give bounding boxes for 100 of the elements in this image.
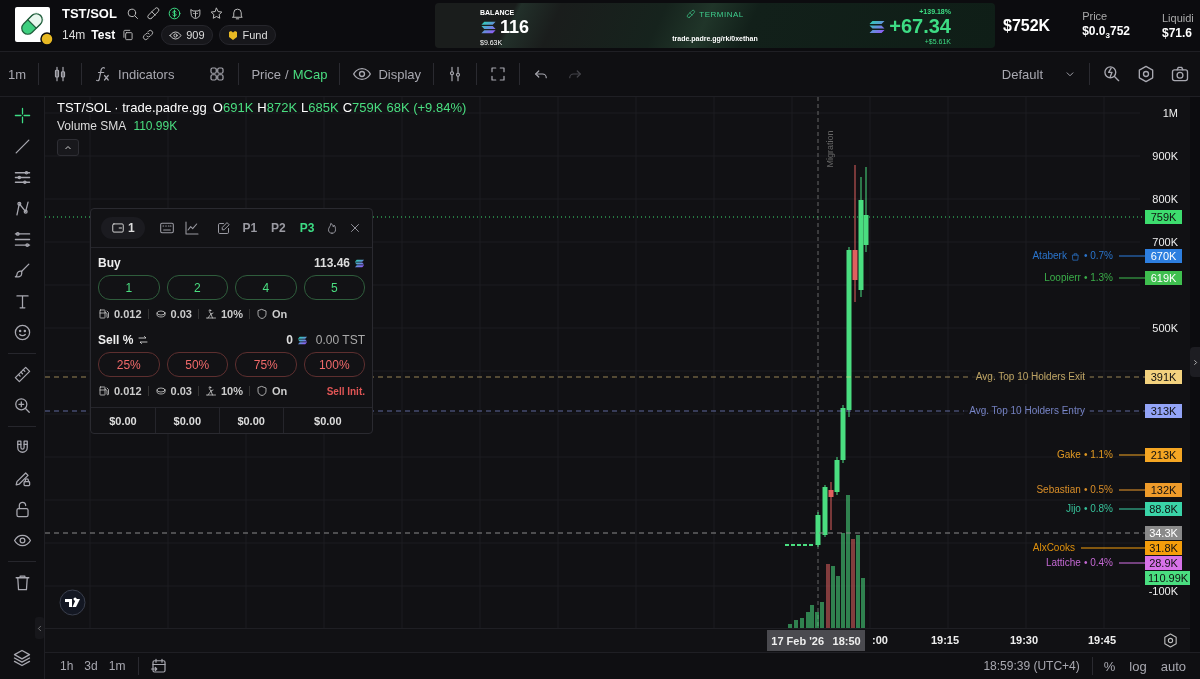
sell-label: Sell %	[98, 333, 134, 347]
indicators-button[interactable]: Indicators	[94, 65, 175, 83]
settings-icon[interactable]	[1136, 64, 1156, 84]
price-tag: 313K	[1145, 404, 1182, 418]
sell-percent-button[interactable]: 100%	[303, 352, 365, 377]
camera-icon[interactable]	[1170, 64, 1190, 84]
setting-value: On	[272, 308, 288, 320]
preset-tab[interactable]: P1	[242, 221, 258, 235]
range-button[interactable]: 1h	[60, 659, 74, 673]
keyboard-icon[interactable]	[158, 220, 175, 236]
price-line-label: Avg. Top 10 Holders Entry	[964, 404, 1090, 418]
token-name: Test	[91, 28, 116, 42]
setting-value: 0.012	[114, 308, 142, 320]
layout-dropdown[interactable]: Default	[1001, 66, 1077, 82]
ohlc-key: L	[301, 100, 309, 115]
coins-icon	[154, 385, 167, 397]
brand-name: TERMINAL	[699, 9, 744, 19]
holder-share: • 0.5%	[1083, 483, 1113, 497]
pill-icon[interactable]	[145, 6, 161, 21]
solana-icon	[296, 334, 308, 346]
pill-icon	[686, 9, 697, 19]
ohlc-key: O	[212, 100, 223, 115]
price-line-label: Avg. Top 10 Holders Exit	[970, 370, 1090, 384]
buy-amount-button[interactable]: 5	[303, 275, 365, 300]
collapse-rail-button[interactable]	[35, 617, 44, 639]
stat-value: $71.6	[1162, 25, 1194, 40]
layers-icon[interactable]	[12, 647, 32, 668]
ohlc-key: H	[257, 100, 267, 115]
buy-amount-button[interactable]: 2	[166, 275, 228, 300]
scale-option[interactable]: log	[1129, 658, 1147, 674]
chart-mode-option[interactable]: MCap	[292, 66, 328, 82]
slash-separator: /	[285, 66, 289, 82]
calendar-icon[interactable]	[150, 657, 169, 675]
setting-value: On	[272, 385, 288, 397]
price-tag: 213K	[1145, 448, 1182, 462]
price-tag: 759K	[1145, 210, 1182, 224]
leader-line	[1118, 489, 1146, 491]
holder-share: • 1.1%	[1083, 448, 1113, 462]
chart-title: TST/SOL · trade.padre.gg	[57, 100, 207, 115]
star-icon[interactable]	[208, 6, 224, 21]
close-icon[interactable]	[348, 221, 362, 235]
scale-option[interactable]: auto	[1160, 658, 1186, 674]
fund-button[interactable]: Fund	[218, 25, 276, 45]
slippage-icon	[204, 308, 217, 320]
collapse-button[interactable]	[57, 139, 79, 156]
token-logo	[14, 5, 54, 46]
price-change: 68K (+9.84%)	[386, 100, 467, 115]
zoom-in-icon[interactable]	[12, 396, 32, 415]
clock-time: 18:59:39 (UTC+4)	[983, 659, 1080, 673]
price-tag: 619K	[1145, 271, 1182, 285]
holder-share: • 0.4%	[1083, 556, 1113, 570]
stat-label: Liquidi	[1162, 11, 1194, 24]
watchers-button[interactable]: 909	[161, 25, 213, 45]
holder-name: Sebastian	[1036, 483, 1081, 497]
crosshair-date: 17 Feb '26	[771, 634, 825, 647]
pnl-value: +67.34	[889, 15, 951, 38]
holder-name: Ataberk	[1032, 249, 1067, 263]
sell-init-button[interactable]: Sell Init.	[326, 385, 365, 397]
zoom-lightning-icon[interactable]	[1102, 64, 1122, 84]
preset-tab[interactable]: P2	[271, 221, 286, 235]
edit-icon[interactable]	[215, 220, 231, 236]
smiley-icon[interactable]	[12, 323, 32, 342]
range-button[interactable]: 1m	[108, 659, 126, 673]
grid-icon[interactable]	[208, 65, 227, 83]
interval-button[interactable]: 1m	[8, 66, 27, 82]
swap-icon[interactable]	[137, 334, 150, 346]
buy-amount-button[interactable]: 1	[98, 275, 160, 300]
copy-icon[interactable]	[121, 28, 136, 42]
scale-option[interactable]: %	[1103, 658, 1116, 674]
brush-icon[interactable]	[12, 261, 32, 280]
settings-icon[interactable]	[1162, 632, 1179, 649]
range-button[interactable]: 3d	[84, 659, 98, 673]
total-value: $0.00	[218, 408, 283, 433]
link-icon[interactable]	[141, 28, 156, 42]
bell-icon[interactable]	[229, 6, 245, 21]
chart-icon[interactable]	[184, 220, 201, 236]
holder-share: • 1.3%	[1083, 271, 1113, 285]
setting-value: 0.03	[170, 308, 192, 320]
sell-percent-button[interactable]: 25%	[98, 352, 160, 377]
sell-percent-button[interactable]: 75%	[235, 352, 297, 377]
balance-value: 116	[500, 17, 530, 38]
crosshair-icon[interactable]	[12, 106, 32, 125]
chart-mode-option[interactable]: Price	[251, 66, 282, 82]
price-tag: 31.8K	[1145, 541, 1182, 555]
indicator-value: 110.99K	[133, 119, 178, 133]
ruler-icon[interactable]	[12, 365, 32, 384]
ohlc-value: 759K	[352, 100, 383, 115]
dollar-icon[interactable]	[166, 6, 182, 21]
buy-amount-button[interactable]: 4	[235, 275, 297, 300]
holder-name: Jijo	[1065, 502, 1081, 516]
solana-icon	[354, 257, 365, 269]
sell-percent-button[interactable]: 50%	[166, 352, 228, 377]
display-button[interactable]: Display	[352, 64, 421, 84]
price-tag: 28.9K	[1145, 556, 1182, 570]
mask-icon[interactable]	[187, 6, 203, 21]
horizontal-lines-icon[interactable]	[12, 168, 32, 187]
fibonacci-icon[interactable]	[12, 230, 32, 249]
wallet-button[interactable]: 1	[101, 217, 145, 239]
fullscreen-icon[interactable]	[489, 65, 507, 83]
preset-tab[interactable]: P3	[299, 221, 315, 235]
